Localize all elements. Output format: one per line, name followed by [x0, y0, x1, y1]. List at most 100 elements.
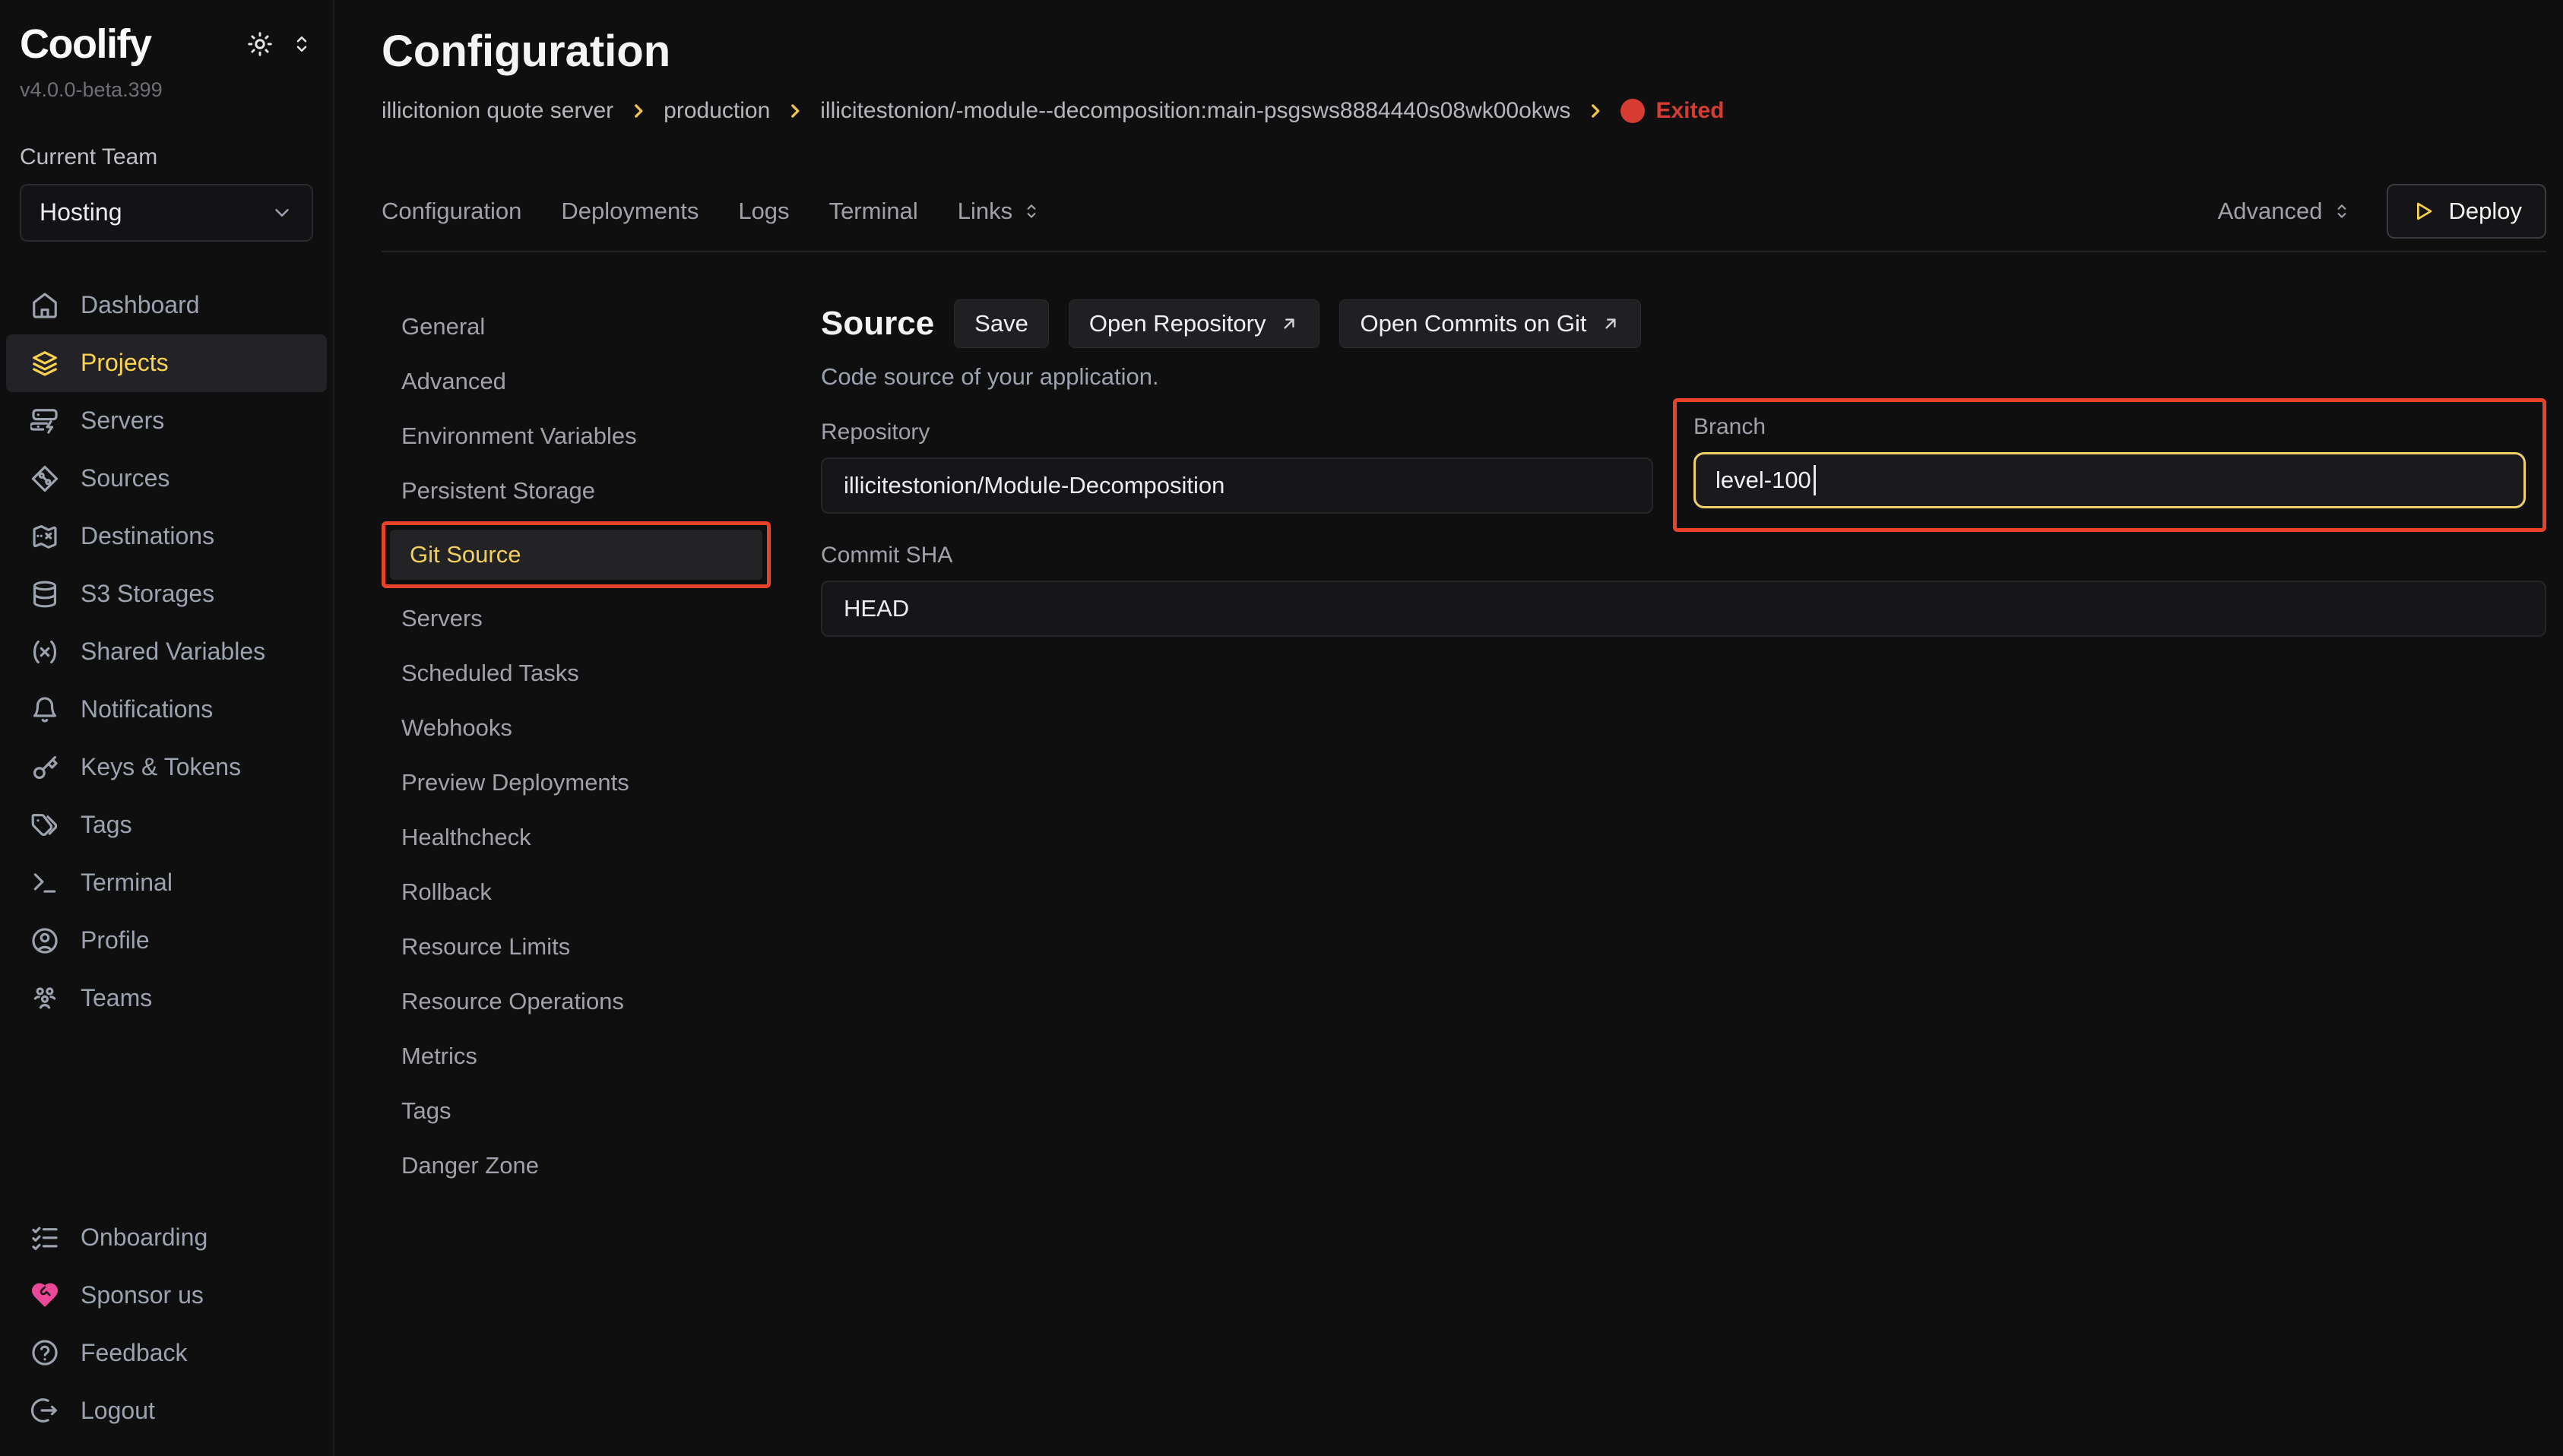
subnav-item-preview-deployments[interactable]: Preview Deployments — [382, 755, 771, 810]
sidebar-item-teams[interactable]: Teams — [6, 970, 327, 1027]
sidebar-item-servers[interactable]: Servers — [6, 392, 327, 450]
subnav-item-scheduled-tasks[interactable]: Scheduled Tasks — [382, 646, 771, 701]
subnav-item-git-source[interactable]: Git Source — [390, 530, 762, 580]
sidebar-nav: Dashboard Projects Servers Sources Desti… — [0, 277, 333, 1027]
user-circle-icon — [30, 926, 59, 955]
git-source-form: Source Save Open Repository Open Commits… — [821, 299, 2546, 1456]
main-content: Configuration illicitonion quote server … — [334, 0, 2563, 1456]
users-icon — [30, 984, 59, 1013]
tabs-row: Configuration Deployments Logs Terminal … — [382, 184, 2546, 239]
checklist-icon — [30, 1223, 59, 1252]
sidebar-item-profile[interactable]: Profile — [6, 912, 327, 970]
chevron-down-icon — [271, 201, 293, 224]
app-logo: Coolify — [20, 23, 151, 66]
tab-logs[interactable]: Logs — [738, 198, 789, 225]
subnav-item-webhooks[interactable]: Webhooks — [382, 701, 771, 755]
subnav-item-resource-operations[interactable]: Resource Operations — [382, 974, 771, 1029]
chevrons-up-down-icon — [2332, 201, 2352, 221]
home-icon — [30, 291, 59, 320]
tab-configuration[interactable]: Configuration — [382, 198, 521, 225]
sidebar-item-dashboard[interactable]: Dashboard — [6, 277, 327, 334]
tab-links-label: Links — [958, 198, 1012, 225]
team-select[interactable]: Hosting — [20, 184, 313, 242]
advanced-menu[interactable]: Advanced — [2218, 198, 2352, 225]
repository-branch-row: Repository Branch level-100 — [821, 398, 2546, 532]
open-repository-button[interactable]: Open Repository — [1069, 299, 1320, 348]
sidebar-item-label: Projects — [81, 349, 169, 377]
sidebar-item-projects[interactable]: Projects — [6, 334, 327, 392]
sidebar-item-label: Logout — [81, 1397, 155, 1425]
breadcrumb: illicitonion quote server production ill… — [382, 97, 2546, 125]
subnav-item-healthcheck[interactable]: Healthcheck — [382, 810, 771, 865]
heart-hands-icon — [30, 1280, 59, 1309]
repository-field: Repository — [821, 398, 1653, 514]
subnav-item-metrics[interactable]: Metrics — [382, 1029, 771, 1084]
breadcrumb-item-resource[interactable]: illicitestonion/-module--decomposition:m… — [820, 98, 1570, 124]
chevrons-up-down-icon[interactable] — [290, 33, 313, 55]
status-badge: Exited — [1620, 98, 1724, 124]
sidebar-item-label: Servers — [81, 407, 164, 435]
sidebar-item-notifications[interactable]: Notifications — [6, 681, 327, 739]
subnav-item-resource-limits[interactable]: Resource Limits — [382, 919, 771, 974]
subnav-item-servers[interactable]: Servers — [382, 591, 771, 646]
sidebar-item-keys-tokens[interactable]: Keys & Tokens — [6, 739, 327, 796]
sidebar-item-s3-storages[interactable]: S3 Storages — [6, 565, 327, 623]
text-cursor — [1814, 465, 1816, 495]
open-commits-label: Open Commits on Git — [1360, 310, 1586, 337]
layers-icon — [30, 349, 59, 378]
subnav-item-danger-zone[interactable]: Danger Zone — [382, 1138, 771, 1193]
commit-sha-field: Commit SHA — [821, 543, 2546, 637]
branch-input-value: level-100 — [1716, 467, 1811, 494]
subnav-item-advanced[interactable]: Advanced — [382, 354, 771, 409]
sidebar-item-label: Keys & Tokens — [81, 753, 241, 781]
tab-links[interactable]: Links — [958, 198, 1041, 225]
config-subnav: General Advanced Environment Variables P… — [382, 299, 771, 1456]
sidebar-item-destinations[interactable]: Destinations — [6, 508, 327, 565]
save-button[interactable]: Save — [954, 299, 1049, 348]
repository-label: Repository — [821, 419, 1653, 445]
sidebar: Coolify v4.0.0-beta.399 Current Team Hos… — [0, 0, 334, 1456]
sidebar-header-icons — [246, 23, 313, 58]
sidebar-item-onboarding[interactable]: Onboarding — [6, 1208, 327, 1266]
bell-icon — [30, 695, 59, 724]
deploy-button[interactable]: Deploy — [2387, 184, 2547, 239]
sidebar-item-feedback[interactable]: Feedback — [6, 1324, 327, 1382]
repository-input[interactable] — [821, 457, 1653, 514]
commit-sha-input[interactable] — [821, 581, 2546, 637]
status-label: Exited — [1655, 98, 1724, 124]
sidebar-item-label: Sponsor us — [81, 1281, 204, 1309]
breadcrumb-item-environment[interactable]: production — [664, 98, 770, 124]
tabs: Configuration Deployments Logs Terminal … — [382, 198, 1041, 225]
breadcrumb-item-project[interactable]: illicitonion quote server — [382, 98, 613, 124]
open-repository-label: Open Repository — [1089, 310, 1266, 337]
subnav-item-rollback[interactable]: Rollback — [382, 865, 771, 919]
server-icon — [30, 407, 59, 435]
branch-input[interactable]: level-100 — [1693, 452, 2526, 508]
sidebar-item-shared-variables[interactable]: Shared Variables — [6, 623, 327, 681]
sidebar-item-label: Tags — [81, 811, 132, 839]
sidebar-item-label: Notifications — [81, 695, 213, 723]
tab-terminal[interactable]: Terminal — [829, 198, 918, 225]
sidebar-item-label: Terminal — [81, 869, 173, 897]
sidebar-item-label: Dashboard — [81, 291, 200, 319]
advanced-label: Advanced — [2218, 198, 2323, 225]
open-commits-button[interactable]: Open Commits on Git — [1339, 299, 1640, 348]
sidebar-item-sources[interactable]: Sources — [6, 450, 327, 508]
sidebar-item-tags[interactable]: Tags — [6, 796, 327, 854]
subnav-item-tags[interactable]: Tags — [382, 1084, 771, 1138]
sidebar-item-logout[interactable]: Logout — [6, 1382, 327, 1439]
configuration-content: General Advanced Environment Variables P… — [382, 299, 2546, 1456]
sidebar-item-label: Profile — [81, 926, 150, 954]
sidebar-item-sponsor-us[interactable]: Sponsor us — [6, 1266, 327, 1324]
current-team-label: Current Team — [0, 144, 333, 170]
sun-icon[interactable] — [246, 30, 274, 58]
key-icon — [30, 753, 59, 782]
sidebar-item-terminal[interactable]: Terminal — [6, 854, 327, 912]
subnav-item-persistent-storage[interactable]: Persistent Storage — [382, 464, 771, 518]
chevron-right-icon — [1586, 101, 1605, 121]
subnav-item-environment-variables[interactable]: Environment Variables — [382, 409, 771, 464]
subnav-item-general[interactable]: General — [382, 299, 771, 354]
tab-deployments[interactable]: Deployments — [561, 198, 699, 225]
logout-icon — [30, 1396, 59, 1425]
form-header: Source Save Open Repository Open Commits… — [821, 299, 2546, 348]
